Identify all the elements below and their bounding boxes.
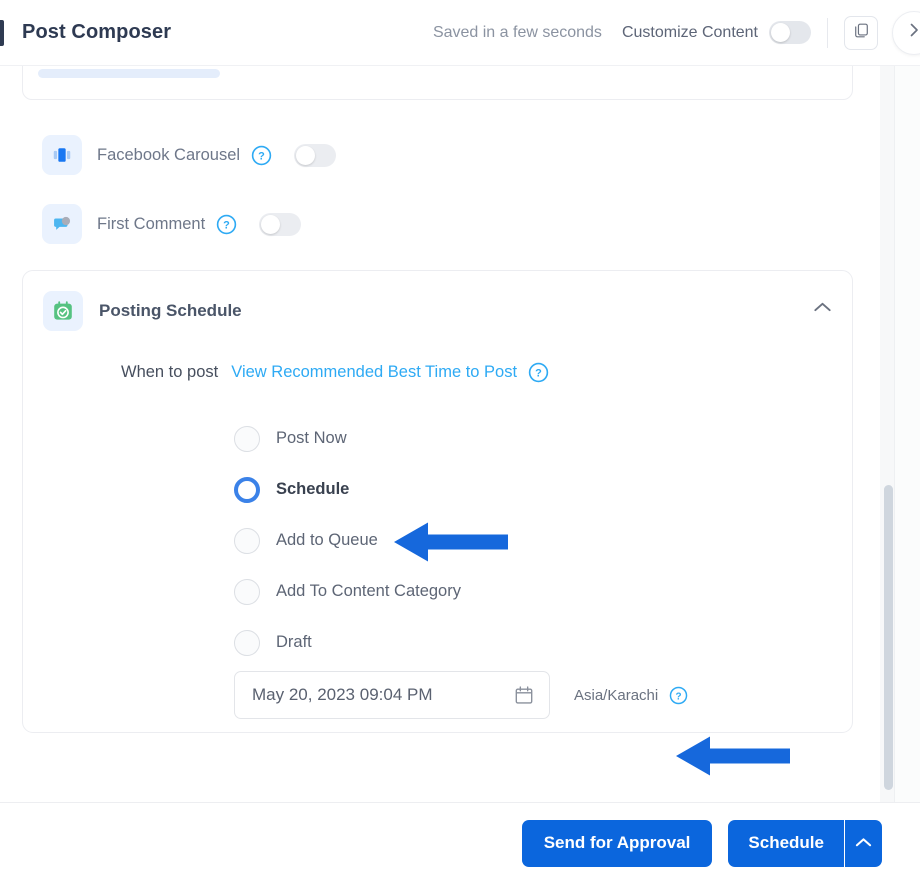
- chevron-right-icon: [906, 22, 920, 43]
- arrow-pointing-to-schedule-radio: [394, 521, 508, 568]
- composer-footer: Send for Approval Schedule: [0, 802, 920, 883]
- scroll-gutter: [894, 66, 920, 802]
- radio-button[interactable]: [234, 629, 260, 656]
- when-to-post-row: When to post View Recommended Best Time …: [121, 362, 549, 383]
- save-status-text: Saved in a few seconds: [432, 23, 602, 41]
- next-step-button[interactable]: [892, 10, 920, 55]
- first-comment-toggle[interactable]: [259, 212, 302, 236]
- posting-schedule-card: Posting Schedule When to post View Recom…: [22, 270, 853, 733]
- composer-scroll-area: Facebook Carousel ? First Comment ? Post…: [0, 66, 920, 802]
- radio-label: Schedule: [276, 480, 350, 498]
- radio-option-draft[interactable]: Draft: [234, 617, 461, 668]
- calendar-icon[interactable]: [513, 684, 535, 706]
- option-label: First Comment: [97, 214, 206, 233]
- calendar-check-icon: [43, 291, 83, 331]
- previous-section-card: [22, 66, 853, 100]
- svg-text:?: ?: [676, 691, 682, 702]
- radio-option-schedule[interactable]: Schedule: [234, 464, 461, 515]
- help-icon[interactable]: ?: [528, 362, 549, 383]
- help-icon[interactable]: ?: [669, 686, 688, 705]
- send-for-approval-button[interactable]: Send for Approval: [521, 819, 713, 867]
- facebook-carousel-toggle[interactable]: [294, 143, 337, 167]
- schedule-datetime-value: May 20, 2023 09:04 PM: [252, 685, 433, 704]
- schedule-button[interactable]: Schedule: [728, 819, 844, 867]
- schedule-datetime-row: May 20, 2023 09:04 PM Asia/Karachi ?: [234, 671, 688, 719]
- toggle-knob: [296, 145, 316, 165]
- scrollbar-thumb[interactable]: [884, 485, 893, 790]
- help-icon[interactable]: ?: [216, 214, 237, 235]
- posting-schedule-header: Posting Schedule: [43, 291, 242, 331]
- radio-button[interactable]: [234, 476, 260, 503]
- radio-label: Add to Queue: [276, 531, 378, 549]
- radio-button[interactable]: [234, 527, 260, 554]
- when-to-post-label: When to post: [121, 363, 219, 381]
- posting-schedule-title: Posting Schedule: [99, 301, 242, 320]
- toggle-knob: [771, 23, 790, 42]
- comment-bubble-icon: [42, 204, 82, 244]
- carousel-icon: [42, 135, 82, 175]
- schedule-split-button: Schedule: [728, 819, 882, 867]
- post-composer-window: Post Composer Saved in a few seconds Cus…: [0, 0, 920, 883]
- placeholder-bar: [38, 69, 220, 78]
- chevron-up-icon: [855, 836, 872, 851]
- toggle-knob: [261, 214, 281, 234]
- radio-label: Add To Content Category: [276, 582, 461, 600]
- radio-button[interactable]: [234, 578, 260, 605]
- app-header: Post Composer Saved in a few seconds Cus…: [0, 0, 920, 66]
- timezone-label: Asia/Karachi: [574, 686, 659, 704]
- header-divider: [827, 17, 828, 48]
- view-best-time-link[interactable]: View Recommended Best Time to Post: [231, 363, 517, 382]
- radio-label: Post Now: [276, 429, 347, 447]
- customize-content-toggle[interactable]: [769, 21, 811, 44]
- copy-icon: [853, 22, 870, 44]
- schedule-datetime-input[interactable]: May 20, 2023 09:04 PM: [234, 671, 550, 719]
- radio-option-add-to-content-category[interactable]: Add To Content Category: [234, 566, 461, 617]
- option-row-first-comment[interactable]: First Comment ?: [42, 204, 302, 244]
- svg-text:?: ?: [223, 219, 230, 231]
- radio-button[interactable]: [234, 425, 260, 452]
- page-title: Post Composer: [22, 21, 172, 43]
- header-actions: Saved in a few seconds Customize Content: [432, 10, 920, 55]
- customize-content-label: Customize Content: [621, 23, 758, 41]
- radio-option-post-now[interactable]: Post Now: [234, 413, 461, 464]
- svg-text:?: ?: [535, 368, 542, 380]
- option-row-facebook-carousel[interactable]: Facebook Carousel ?: [42, 135, 337, 175]
- header-accent-bar: [0, 19, 4, 46]
- help-icon[interactable]: ?: [251, 145, 272, 166]
- collapse-section-button[interactable]: [809, 300, 835, 320]
- duplicate-post-button[interactable]: [844, 15, 878, 50]
- schedule-options-button[interactable]: [844, 819, 882, 867]
- arrow-pointing-to-timezone: [676, 735, 790, 782]
- radio-label: Draft: [276, 633, 312, 651]
- svg-text:?: ?: [258, 150, 265, 162]
- option-label: Facebook Carousel: [97, 145, 241, 164]
- chevron-up-icon: [813, 301, 832, 319]
